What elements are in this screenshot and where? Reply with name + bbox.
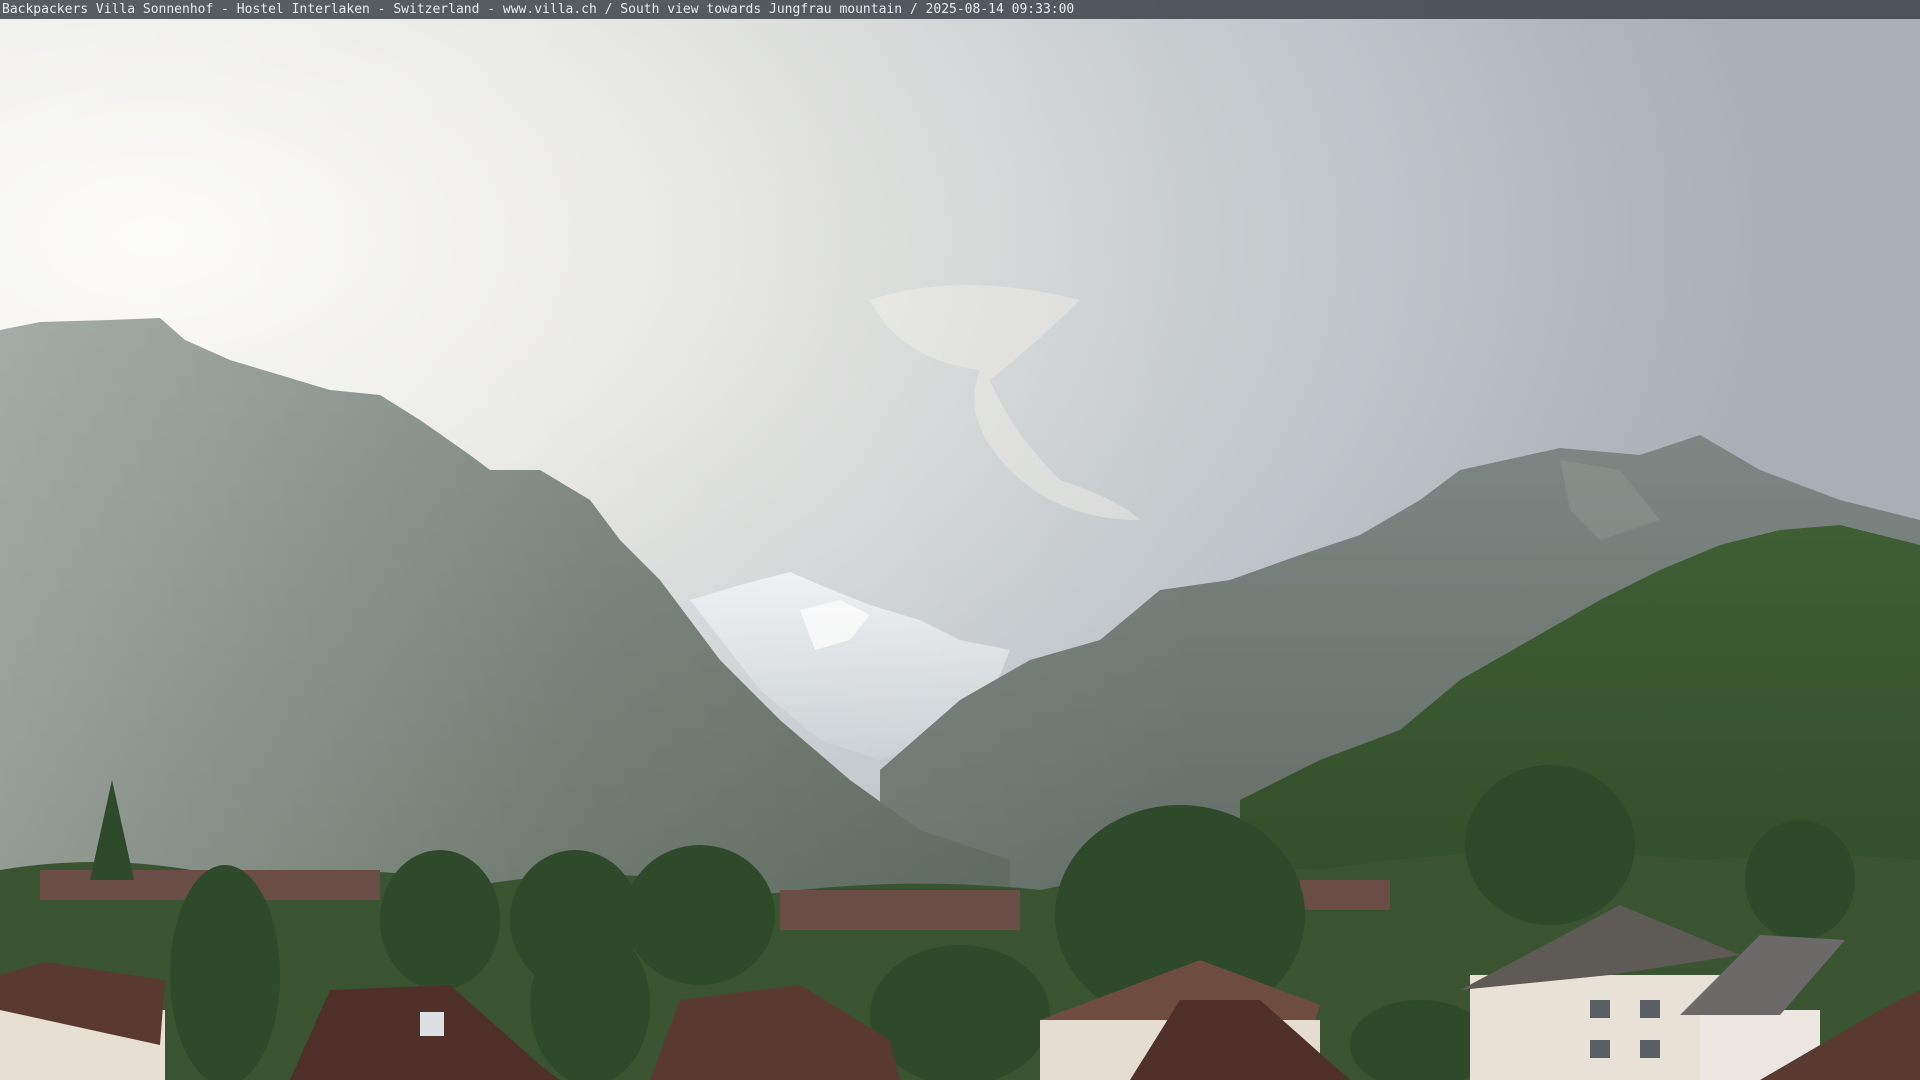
webcam-caption: Backpackers Villa Sonnenhof - Hostel Int… [0,0,1920,19]
webcam-landscape-view [0,0,1920,1080]
